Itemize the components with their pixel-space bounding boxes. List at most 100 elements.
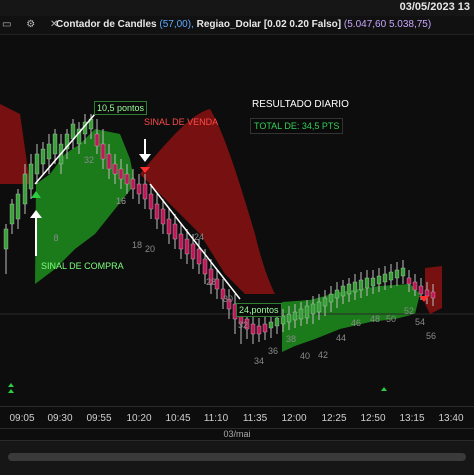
candle-body (15, 193, 21, 220)
buy-signal-label: SINAL DE COMPRA (41, 261, 124, 271)
candle-body (262, 323, 268, 333)
candle-count-number: 28 (205, 277, 217, 287)
candle-body (3, 228, 9, 250)
candle-body (370, 277, 376, 287)
bottom-marker-left2-icon (8, 389, 14, 393)
candle-body (388, 271, 394, 281)
time-tick: 10:20 (126, 413, 152, 424)
candle-count-number: 8 (53, 233, 59, 243)
candle-count-number: 34 (253, 356, 265, 366)
candle-count-number: 30 (222, 294, 234, 304)
time-tick: 11:10 (203, 413, 229, 424)
time-tick: 12:50 (360, 413, 386, 424)
candle-body (286, 313, 292, 323)
day-label: 03/mai (223, 429, 251, 439)
candle-body (364, 277, 370, 289)
candle-body (9, 203, 15, 225)
candle-body (316, 301, 322, 313)
candle-body (382, 273, 388, 283)
top-points-label: 10,5 pontos (94, 101, 148, 115)
candle-body (166, 218, 172, 235)
candle-body (352, 281, 358, 293)
candle-body (52, 133, 58, 155)
candle-body (118, 168, 124, 180)
candle-count-number: 32 (83, 155, 95, 165)
candle-body (112, 163, 118, 175)
candle-body (100, 143, 106, 160)
time-tick: 13:40 (438, 413, 464, 424)
time-tick: 12:00 (281, 413, 307, 424)
candle-count-number: 24 (193, 232, 205, 242)
time-axis[interactable]: 09:05 09:30 09:55 10:20 10:45 11:10 11:35 12:00… (0, 406, 474, 429)
candle-body (202, 258, 208, 275)
candle-body (298, 308, 304, 320)
indicator-legend-bar: ▭ ⚙ ✕ Contador de Candles (57,00), Regia… (0, 16, 474, 35)
candle-body (184, 238, 190, 255)
time-tick: 11:35 (242, 413, 268, 424)
indicator-legend[interactable]: Contador de Candles (57,00), Regiao_Dola… (56, 19, 431, 30)
candle-body (106, 153, 112, 170)
candle-count-number: 36 (267, 346, 279, 356)
sell-zone-main (140, 109, 275, 294)
candle-body (304, 305, 310, 319)
candle-body (34, 153, 40, 175)
indicator-value: (57,00), (159, 19, 194, 30)
candle-body (148, 193, 154, 210)
candle-body (292, 311, 298, 321)
candle-body (412, 281, 418, 291)
candle-body (250, 323, 256, 335)
indicator-name: Contador de Candles (56, 19, 157, 30)
candle-body (394, 269, 400, 279)
candle-count-number: 32 (237, 320, 249, 330)
candle-body (28, 163, 34, 190)
candle-count-number: 40 (299, 351, 311, 361)
candle-body (70, 123, 76, 140)
region-values: (5.047,60 5.038,75) (343, 19, 432, 30)
bottom-marker-right-icon (381, 387, 387, 391)
candle-count-number: 44 (335, 333, 347, 343)
candle-body (406, 277, 412, 285)
candle-body (22, 173, 28, 205)
candle-body (178, 233, 184, 250)
candle-count-number: 20 (144, 244, 156, 254)
candle-body (268, 321, 274, 329)
candle-body (94, 133, 100, 147)
time-tick: 12:25 (321, 413, 347, 424)
candle-body (400, 267, 406, 277)
candle-body (154, 203, 160, 220)
time-tick: 09:05 (9, 413, 35, 424)
candle-body (160, 208, 166, 225)
chart-scrollbar[interactable] (0, 440, 474, 475)
candle-body (136, 183, 142, 195)
region-name: Regiao_Dolar [0.02 0.20 Falso] (196, 19, 342, 30)
candle-body (280, 315, 286, 325)
candle-body (328, 293, 334, 303)
candle-body (430, 291, 436, 299)
time-tick: 09:55 (86, 413, 112, 424)
candle-body (322, 297, 328, 307)
candle-body (346, 283, 352, 295)
candle-body (130, 178, 136, 190)
candle-body (190, 243, 196, 260)
candle-body (40, 148, 46, 165)
price-chart[interactable] (0, 34, 474, 424)
candle-count-number: 48 (369, 314, 381, 324)
time-tick: 13:15 (399, 413, 425, 424)
candle-body (424, 289, 430, 297)
time-tick: 09:30 (47, 413, 73, 424)
legend-window-icons[interactable]: ▭ ⚙ ✕ (2, 19, 64, 30)
candle-count-number: 50 (385, 314, 397, 324)
result-title: RESULTADO DIARIO (252, 99, 349, 110)
candle-body (124, 173, 130, 185)
candle-body (46, 143, 52, 160)
candle-count-number: 42 (317, 350, 329, 360)
scrollbar-thumb[interactable] (8, 453, 466, 461)
low-points-label: 24,pontos (236, 303, 282, 317)
candle-body (418, 285, 424, 295)
candle-body (274, 317, 280, 327)
time-tick: 10:45 (165, 413, 191, 424)
candle-count-number: 18 (131, 240, 143, 250)
candle-body (358, 279, 364, 291)
candle-body (196, 248, 202, 265)
candle-count-number: 38 (285, 334, 297, 344)
